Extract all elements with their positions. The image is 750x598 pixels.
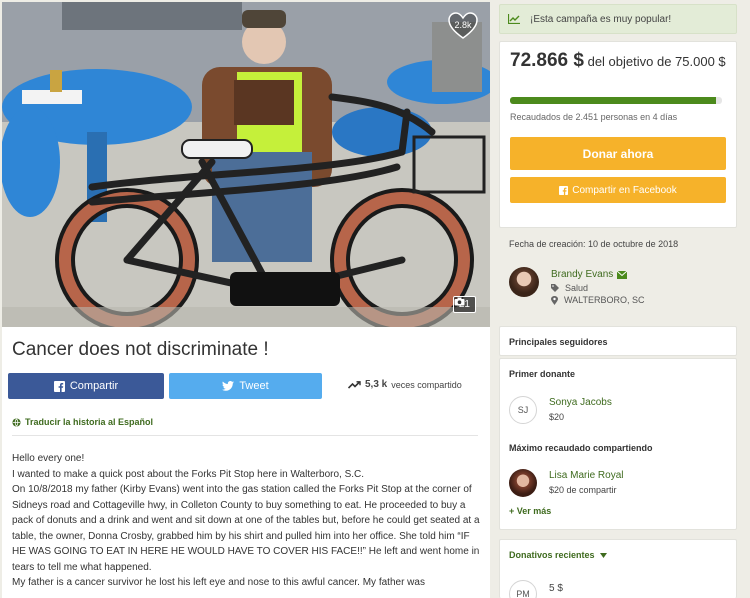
likes-count: 2.8k (454, 20, 472, 30)
story-paragraph: I wanted to make a quick post about the … (12, 468, 365, 480)
organizer-name-link[interactable]: Brandy Evans (551, 269, 628, 280)
goal-text: del objetivo de 75.000 $ (587, 54, 726, 69)
recent-donation: PM 5 $ (509, 580, 563, 598)
translate-story-link[interactable]: Traducir la historia al Español (12, 417, 153, 427)
recent-donations-toggle[interactable]: Donativos recientes (509, 550, 607, 560)
recent-donations-title: Donativos recientes (509, 550, 595, 560)
top-supporters-title: Principales seguidores (509, 337, 608, 347)
translate-story-label: Traducir la historia al Español (25, 417, 154, 427)
tweet-label: Tweet (239, 380, 269, 392)
top-sharer-amount: $20 de compartir (549, 485, 617, 495)
organizer-avatar[interactable] (509, 267, 539, 297)
photo-gallery-button[interactable]: 21 (452, 296, 476, 313)
donate-now-button[interactable]: Donar ahora (510, 137, 726, 170)
donation-summary-card: 72.866 $ del objetivo de 75.000 $ Recaud… (499, 41, 737, 228)
raised-by-text: Recaudados de 2.451 personas en 4 días (510, 112, 678, 122)
camera-icon (454, 297, 465, 306)
facebook-icon (53, 380, 65, 392)
top-supporters-header: Principales seguidores (499, 326, 737, 356)
recent-donation-amount: 5 $ (549, 583, 563, 594)
first-donor-avatar: SJ (509, 396, 537, 424)
top-sharer-name[interactable]: Lisa Marie Royal (549, 469, 623, 483)
location-pin-icon (551, 295, 558, 305)
facebook-share-button[interactable]: Compartir (8, 373, 164, 399)
tweet-button[interactable]: Tweet (169, 373, 322, 399)
top-sharer-title: Máximo recaudado compartiendo (509, 443, 653, 453)
campaign-title: Cancer does not discriminate ! (12, 339, 269, 360)
see-more-link[interactable]: + Ver más (509, 506, 551, 516)
share-on-facebook-label: Compartir en Facebook (572, 184, 677, 196)
divider (12, 435, 478, 436)
popular-campaign-alert: ¡Esta campaña es muy popular! (499, 4, 737, 34)
facebook-share-label: Compartir (69, 380, 119, 392)
chart-trend-icon (508, 14, 520, 24)
created-date: Fecha de creación: 10 de octubre de 2018 (509, 239, 679, 249)
share-row: Compartir Tweet 5,3 k veces compartido (8, 373, 486, 399)
facebook-icon (559, 185, 569, 195)
story-paragraph: On 10/8/2018 my father (Kirby Evans) wen… (12, 484, 480, 573)
share-count-suffix: veces compartido (391, 379, 462, 390)
chevron-down-icon (599, 552, 607, 558)
story-paragraph: Hello every one! (12, 453, 85, 464)
organizer-category-label: Salud (565, 283, 589, 293)
campaign-story-card: Cancer does not discriminate ! Compartir… (2, 327, 490, 598)
first-donor-amount: $20 (549, 412, 565, 422)
top-sharer-avatar (509, 469, 537, 497)
top-sharer: Lisa Marie Royal $20 de compartir (509, 469, 623, 497)
trending-up-icon (348, 380, 361, 389)
organizer-location: WALTERBORO, SC (551, 295, 645, 305)
amount-raised-value: 72.866 $ (510, 50, 584, 71)
twitter-icon (222, 381, 235, 391)
organizer-name: Brandy Evans (551, 269, 614, 280)
progress-bar (510, 97, 722, 104)
share-count: 5,3 k veces compartido (348, 379, 462, 390)
globe-icon (12, 417, 21, 427)
organizer-category: Salud (551, 283, 588, 293)
amount-raised: 72.866 $ del objetivo de 75.000 $ (510, 50, 730, 72)
popular-alert-text: ¡Esta campaña es muy popular! (530, 13, 672, 25)
first-donor: SJ Sonya Jacobs $20 (509, 396, 612, 424)
supporters-card: Primer donante SJ Sonya Jacobs $20 Máxim… (499, 358, 737, 530)
likes-heart-badge[interactable]: 2.8k (448, 12, 478, 40)
first-donor-name[interactable]: Sonya Jacobs (549, 396, 612, 410)
story-text: Hello every one! I wanted to make a quic… (12, 451, 482, 591)
share-on-facebook-button[interactable]: Compartir en Facebook (510, 177, 726, 203)
progress-bar-fill (510, 97, 716, 104)
campaign-hero-photo[interactable]: 2.8k 21 (2, 2, 490, 327)
first-donor-title: Primer donante (509, 369, 576, 379)
recent-donations-card: Donativos recientes PM 5 $ (499, 539, 737, 598)
organizer-location-label: WALTERBORO, SC (564, 295, 645, 305)
envelope-icon[interactable] (617, 270, 628, 279)
tag-icon (551, 284, 559, 292)
hero-photo-illustration (2, 2, 490, 327)
recent-donor-avatar: PM (509, 580, 537, 598)
share-count-value: 5,3 k (365, 379, 388, 390)
organizer-info: Brandy Evans Salud WALTERBORO, SC (509, 267, 737, 307)
story-paragraph: My father is a cancer survivor he lost h… (12, 577, 425, 588)
